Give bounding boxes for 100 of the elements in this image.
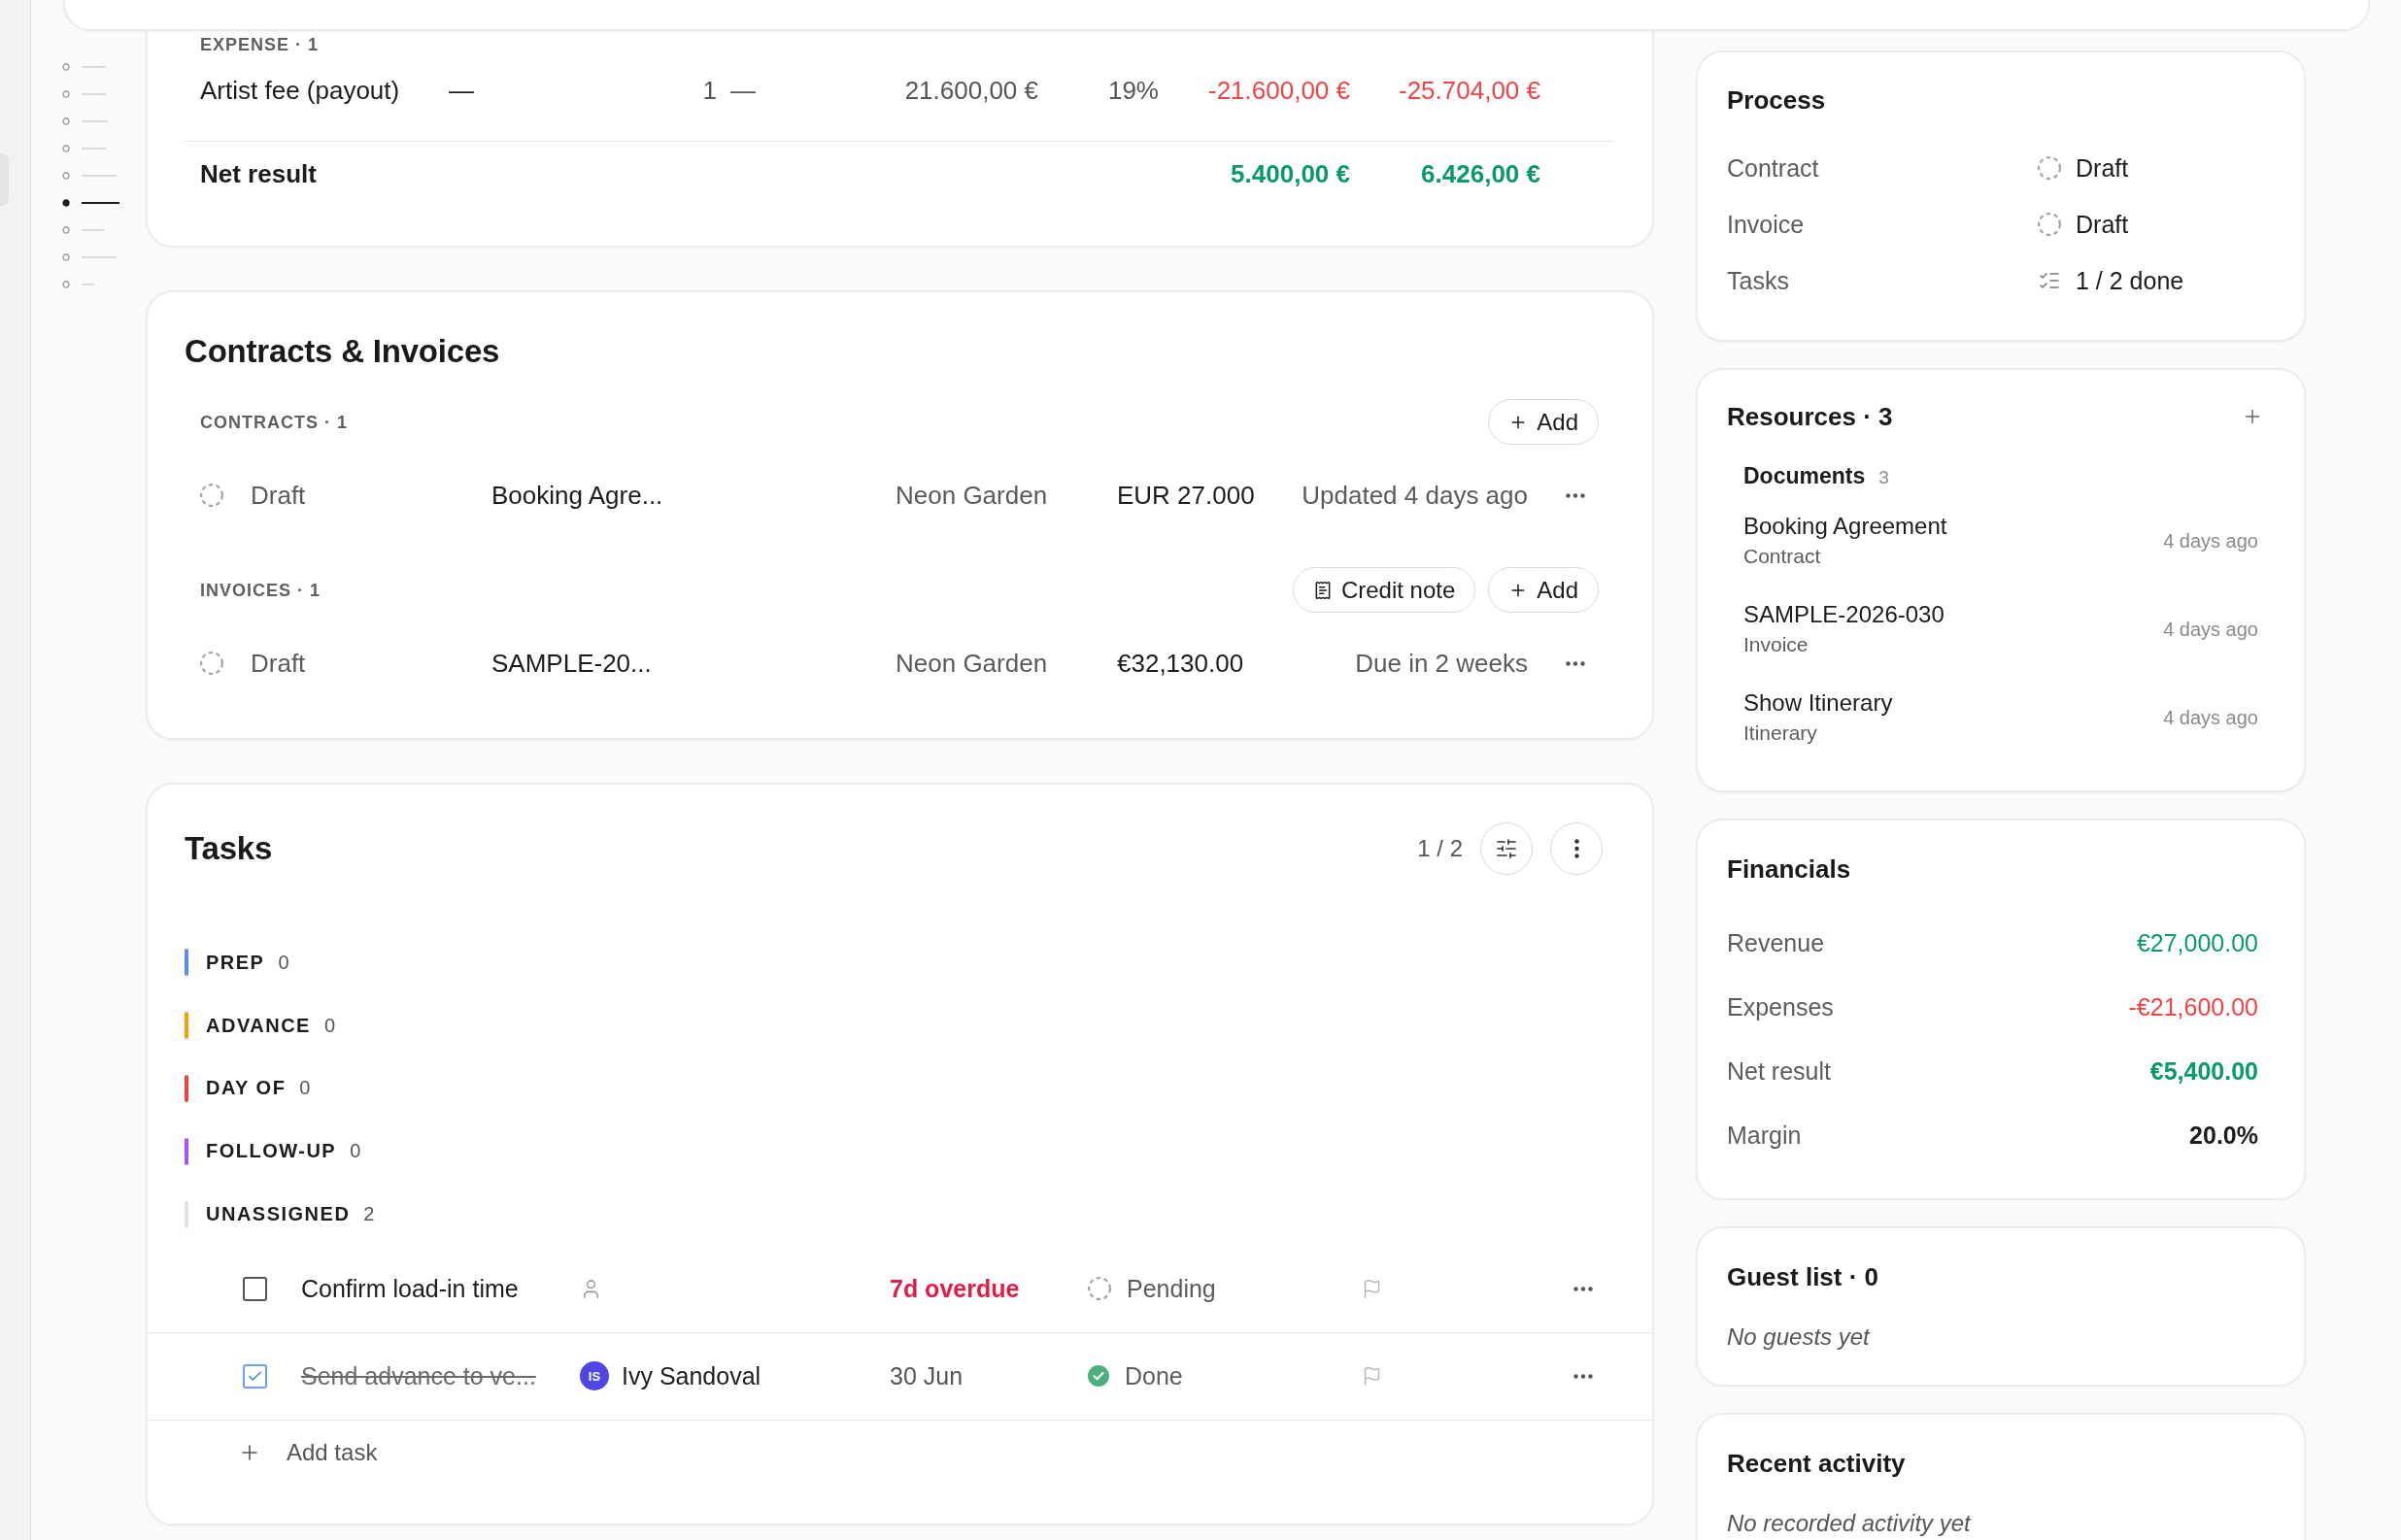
task-checkbox[interactable] (243, 1277, 267, 1301)
process-value: 1 / 2 done (2076, 266, 2184, 295)
section-marker-icon[interactable] (62, 117, 108, 125)
party-name: Neon Garden (896, 481, 1048, 510)
group-label[interactable]: UNASSIGNED (206, 1203, 351, 1226)
section-label: CONTRACTS · 1 (200, 412, 348, 432)
document-name[interactable]: Booking Agreement (1743, 511, 1947, 542)
section-marker-icon[interactable] (62, 253, 117, 261)
section-marker-icon[interactable] (62, 226, 105, 234)
status-text: Done (1125, 1362, 1183, 1390)
flag-icon[interactable] (1362, 1279, 1382, 1299)
add-task-button[interactable]: Add task (238, 1439, 378, 1466)
add-button[interactable]: Add (1488, 399, 1599, 445)
group-label[interactable]: DAY OF (206, 1077, 287, 1100)
assignee-name: Ivy Sandoval (622, 1362, 761, 1390)
section-marker-icon[interactable] (62, 145, 106, 152)
group-label[interactable]: FOLLOW-UP (206, 1140, 337, 1163)
status-text: Draft (251, 481, 306, 510)
section-label: INVOICES · 1 (200, 580, 321, 600)
amount: EUR 27.000 (1117, 481, 1255, 510)
table-cell: 1 (702, 76, 717, 105)
financial-label: Revenue (1727, 928, 1825, 957)
group-count: 0 (299, 1077, 311, 1100)
more-icon (1566, 492, 1585, 498)
due-date: 7d overdue (890, 1275, 1020, 1303)
financial-value: -€21,600.00 (2128, 992, 2258, 1021)
financial-label: Expenses (1727, 992, 1834, 1021)
party-name: Neon Garden (896, 649, 1048, 678)
section-marker-icon[interactable] (62, 281, 94, 288)
process-label: Tasks (1727, 266, 1789, 295)
group-count: 2 (363, 1203, 375, 1226)
updated-text: Due in 2 weeks (1355, 649, 1528, 678)
table-cell: 19% (1107, 76, 1159, 105)
total-value: 6.426,00 € (1421, 159, 1540, 188)
empty-message: No recorded activity yet (1727, 1509, 1971, 1538)
updated-text: 4 days ago (2163, 706, 2258, 729)
table-cell: — (449, 76, 474, 105)
task-title[interactable]: Send advance to ve... (301, 1362, 536, 1390)
section-marker-icon[interactable] (62, 199, 119, 207)
total-value: 5.400,00 € (1231, 159, 1350, 188)
table-cell: — (730, 76, 756, 105)
table-cell: -25.704,00 € (1399, 76, 1540, 105)
table-cell: 21.600,00 € (904, 76, 1038, 105)
more-icon (1566, 660, 1585, 666)
task-progress-count: 1 / 2 (1417, 835, 1463, 862)
task-checkbox[interactable] (243, 1364, 267, 1389)
card-title: Financials (1727, 854, 1851, 884)
task-title[interactable]: Confirm load-in time (301, 1275, 519, 1303)
financial-value: €5,400.00 (2149, 1056, 2258, 1086)
process-value: Draft (2076, 210, 2129, 239)
document-name[interactable]: SAMPLE-2026-030 (1743, 599, 1944, 630)
group-count: 0 (323, 1014, 336, 1037)
credit-note-button[interactable]: Credit note (1292, 567, 1476, 613)
section-label: EXPENSE · 1 (200, 35, 320, 54)
group-label: Documents (1743, 462, 1866, 490)
table-cell: Artist fee (payout) (200, 76, 400, 105)
card-title: Process (1727, 85, 1826, 115)
table-cell: -21.600,00 € (1208, 76, 1350, 105)
filter-button[interactable] (1480, 822, 1533, 875)
financial-label: Margin (1727, 1121, 1802, 1150)
section-marker-icon[interactable] (62, 172, 117, 180)
group-label[interactable]: ADVANCE (206, 1014, 311, 1037)
group-count: 0 (278, 951, 289, 974)
sliders-icon (1495, 837, 1518, 860)
avatar: IS (580, 1361, 609, 1391)
section-marker-icon[interactable] (62, 63, 106, 71)
process-value: Draft (2076, 153, 2129, 183)
empty-message: No guests yet (1727, 1322, 1870, 1352)
document-name[interactable]: Show Itinerary (1743, 687, 1893, 719)
more-icon (1573, 1374, 1593, 1379)
more-icon (1573, 1287, 1593, 1291)
updated-text: Updated 4 days ago (1302, 481, 1528, 510)
status-text: Draft (251, 649, 306, 678)
kebab-icon (1573, 839, 1579, 858)
document-title[interactable]: SAMPLE-20... (491, 649, 652, 678)
process-label: Contract (1727, 153, 1819, 183)
flag-icon[interactable] (1362, 1366, 1382, 1387)
card-title: Recent activity (1727, 1449, 1906, 1478)
document-type: Contract (1743, 544, 1821, 569)
financial-value: €27,000.00 (2136, 928, 2258, 957)
financial-label: Net result (1727, 1056, 1831, 1086)
card-title: Resources · 3 (1727, 402, 1893, 431)
section-marker-icon[interactable] (62, 90, 106, 98)
amount: €32,130.00 (1117, 649, 1244, 678)
options-button[interactable] (1550, 822, 1603, 875)
group-label[interactable]: PREP (206, 951, 265, 974)
document-type: Invoice (1743, 632, 1809, 657)
financial-value: 20.0% (2189, 1121, 2258, 1150)
card-title: Guest list · 0 (1727, 1262, 1879, 1291)
due-date: 30 Jun (890, 1362, 964, 1390)
total-label: Net result (200, 159, 317, 188)
status-text: Pending (1127, 1275, 1216, 1303)
document-title[interactable]: Booking Agre... (491, 481, 663, 510)
add-button[interactable]: Add (1488, 567, 1599, 613)
group-count: 0 (350, 1140, 361, 1163)
card-title: Tasks (185, 832, 273, 865)
document-type: Itinerary (1743, 720, 1817, 746)
card-title: Contracts & Invoices (185, 335, 500, 368)
updated-text: 4 days ago (2163, 618, 2258, 641)
group-count: 3 (1878, 466, 1889, 489)
